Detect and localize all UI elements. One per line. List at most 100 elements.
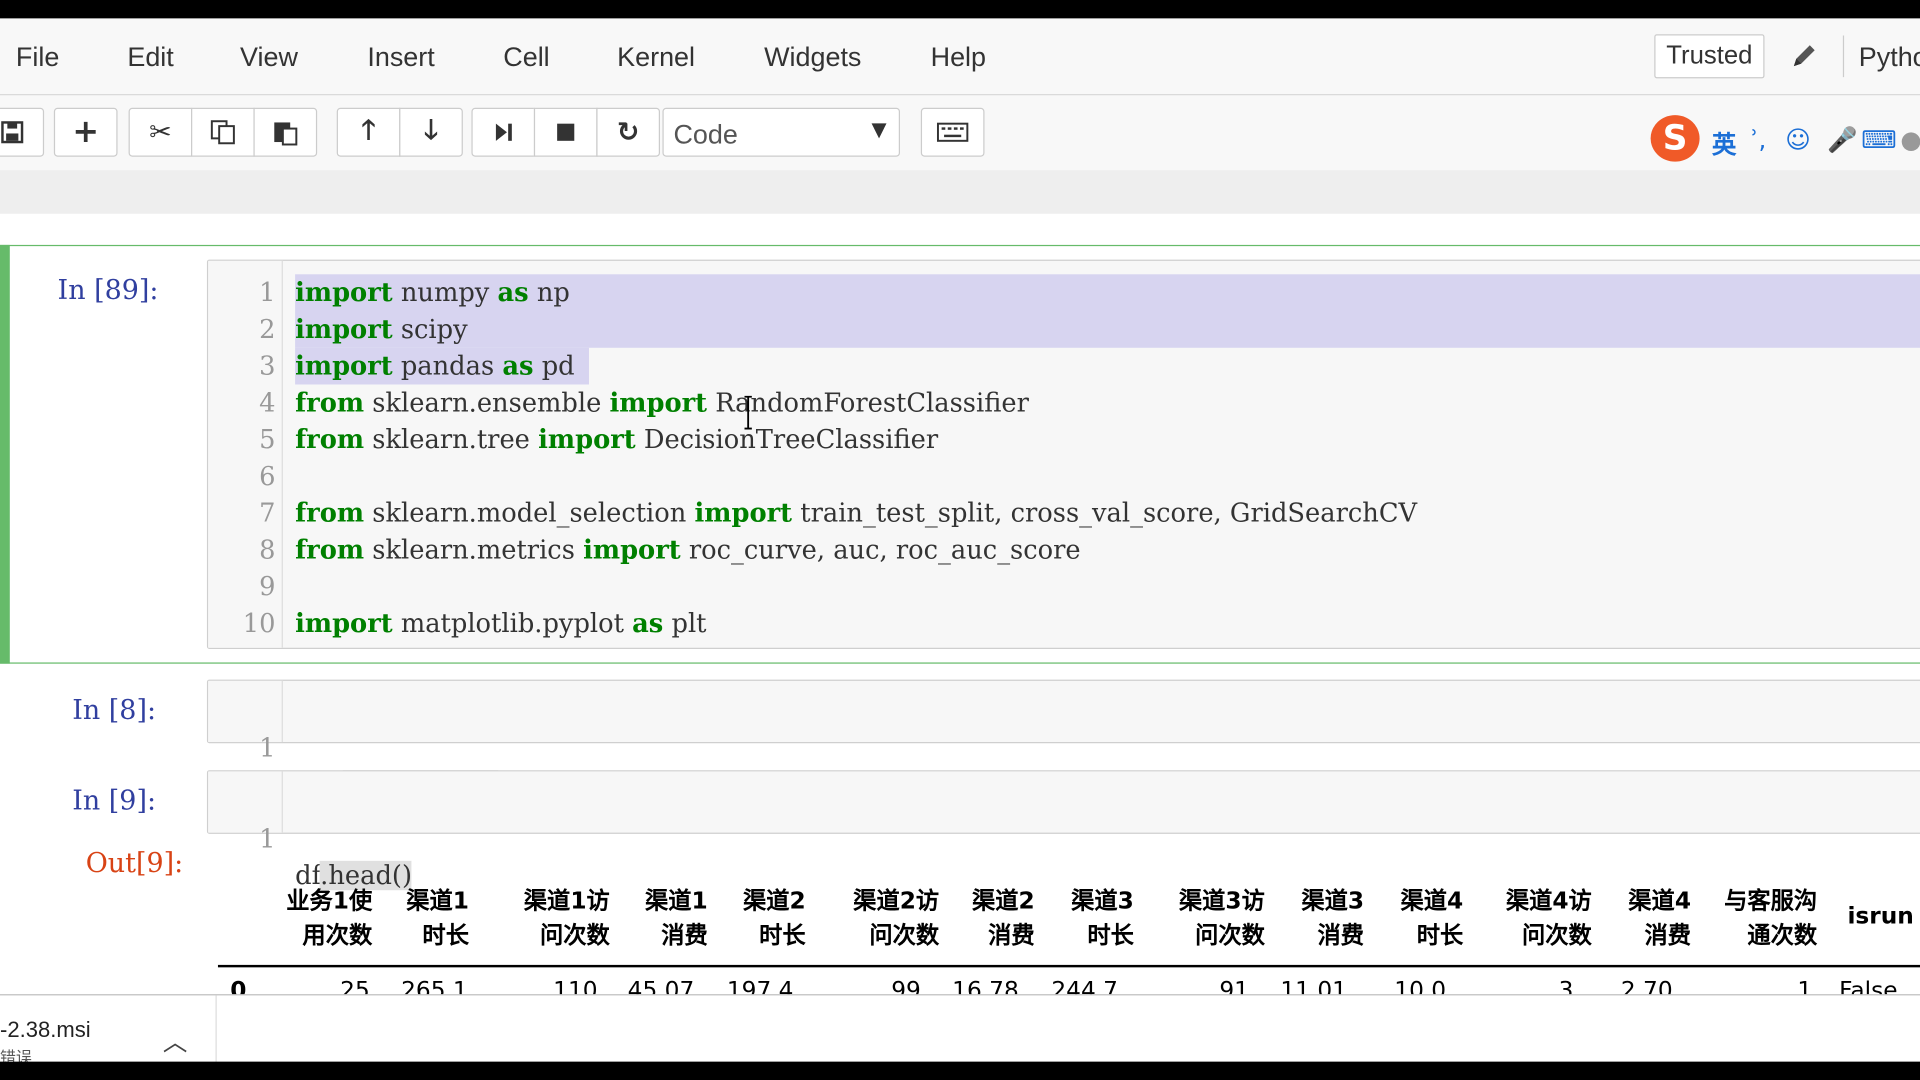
pencil-icon[interactable] [1790,40,1822,72]
user-icon[interactable]: ● [1900,125,1920,154]
cut-button[interactable]: ✂ [128,107,193,157]
line-code: import matplotlib.pyplot as plt [295,607,707,638]
arrow-up-icon: 🡑 [361,115,376,146]
insert-group: + [53,107,118,157]
restart-button[interactable]: ↻ [596,107,661,157]
keyboard-icon[interactable]: ⌨ [1861,125,1896,154]
insert-cell-button[interactable]: + [53,107,118,157]
column-header: 渠道3访 问次数 [1152,884,1265,953]
output-prompt: Out[9]: [85,848,184,880]
column-header-line: 业务1使 [286,887,373,915]
interrupt-button[interactable] [533,107,598,157]
column-header: 渠道4 时长 [1378,884,1464,953]
clipboard-icon [274,122,298,146]
cell-type-select[interactable]: Code ▼ [662,107,901,157]
table-header-rule [217,964,1920,968]
input-prompt: In [9]: [72,786,157,817]
punctuation-icon[interactable]: ʾ, [1751,125,1766,154]
caret-down-icon: ▼ [871,117,887,141]
column-header-line: isrun [1847,902,1914,930]
column-header-line: 渠道2 [742,887,806,915]
column-header-line: 渠道3 [1071,887,1134,915]
column-header-line: 渠道4访 [1505,887,1592,915]
run-button[interactable] [471,107,536,157]
menu-file[interactable]: File [16,42,59,74]
column-header: 渠道2 消费 [949,884,1035,953]
run-group: ↻ [471,107,661,157]
code-editor[interactable]: 1 import numpy as np 2 import scipy 3 import … [206,259,1920,649]
header-spacer [0,170,1920,214]
menu-help[interactable]: Help [931,42,986,74]
kernel-indicator[interactable]: Pytho [1859,42,1920,74]
menu-view[interactable]: View [240,42,298,74]
menu-kernel[interactable]: Kernel [617,42,695,74]
download-bar: -2.38.msi 错误 ︿ [0,994,1920,1067]
code-line: 2 import scipy [208,311,1920,348]
code-line: 8 from sklearn.metrics import roc_curve, … [208,531,1920,568]
column-header: 渠道4访 问次数 [1479,884,1592,953]
screen-border [0,1061,1920,1080]
line-number: 3 [259,351,276,381]
column-header-line: 渠道1 [406,887,469,915]
clipboard-group: ✂ [128,107,318,157]
column-header-line: 时长 [422,922,469,949]
emoji-icon[interactable]: ☺ [1785,125,1811,154]
menu-widgets[interactable]: Widgets [764,42,861,74]
code-line: 7 from sklearn.model_selection import tra… [208,495,1920,532]
line-code: from sklearn.tree import DecisionTreeCla… [295,423,939,455]
code-line: 9 [208,568,1920,605]
column-header: 业务1使 用次数 [274,884,372,953]
column-header-line: 时长 [759,922,806,949]
chevron-up-icon[interactable]: ︿ [163,1022,187,1058]
refresh-icon: ↻ [616,116,640,148]
trusted-button[interactable]: Trusted [1654,34,1765,79]
column-header-line: 消费 [661,922,708,949]
move-up-button[interactable]: 🡑 [336,107,401,157]
move-down-button[interactable]: 🡓 [399,107,463,157]
line-code: from sklearn.metrics import roc_curve, a… [295,533,1081,565]
line-code: import scipy [295,313,468,345]
text-cursor-icon [744,395,752,430]
column-header-line: 渠道3 [1301,887,1365,915]
paste-button[interactable] [253,107,318,157]
column-header-line: 渠道2访 [853,887,940,915]
copy-button[interactable] [191,107,255,157]
line-number: 8 [259,535,276,565]
code-line: 6 [208,458,1920,495]
column-header-line: 渠道4 [1400,887,1464,915]
kernel-divider [1842,35,1845,78]
sogou-logo[interactable]: S [1650,115,1700,162]
line-number: 7 [259,498,276,528]
code-line: 1 import numpy as np [208,274,1920,311]
line-number: 4 [259,388,276,418]
ime-language[interactable]: 英 [1712,125,1736,161]
column-header: 渠道2访 问次数 [827,884,940,953]
menu-cell[interactable]: Cell [503,42,549,74]
column-header-line: 消费 [988,922,1035,949]
menu-edit[interactable]: Edit [127,42,173,74]
column-header: 渠道2 时长 [720,884,806,953]
download-filename[interactable]: -2.38.msi [0,1018,91,1044]
line-number: 10 [242,608,276,638]
move-group: 🡑 🡓 [336,107,463,157]
code-editor[interactable]: 1 df=pd.read_csv('C:\\Users\\reina\\case… [206,679,1920,800]
line-number: 1 [259,733,276,763]
line-number: 1 [259,824,276,854]
save-button[interactable] [0,107,45,157]
menubar: File Edit View Insert Cell Kernel Widget… [0,18,1920,95]
ime-toolbar: S 英 ʾ, ☺ 🎤 ⌨ ● [1650,115,1920,164]
line-code: from sklearn.ensemble import RandomFores… [295,386,1029,418]
line-code: from sklearn.model_selection import trai… [295,497,1418,528]
command-palette-button[interactable] [920,107,985,157]
input-prompt: In [89]: [57,275,159,307]
code-editor[interactable]: 1 df.head() [206,770,1920,890]
edit-mode-indicator [0,244,10,664]
column-header-line: 渠道4 [1628,887,1692,915]
menu-insert[interactable]: Insert [367,42,434,74]
line-number: 6 [259,461,276,492]
microphone-icon[interactable]: 🎤 [1827,125,1857,154]
column-header: 与客服沟 通次数 [1707,884,1817,953]
column-header: 渠道1 消费 [622,884,708,953]
keyboard-icon [936,122,969,142]
code-line: 1 df=pd.read_csv('C:\\Users\\reina\\case… [208,693,1920,800]
